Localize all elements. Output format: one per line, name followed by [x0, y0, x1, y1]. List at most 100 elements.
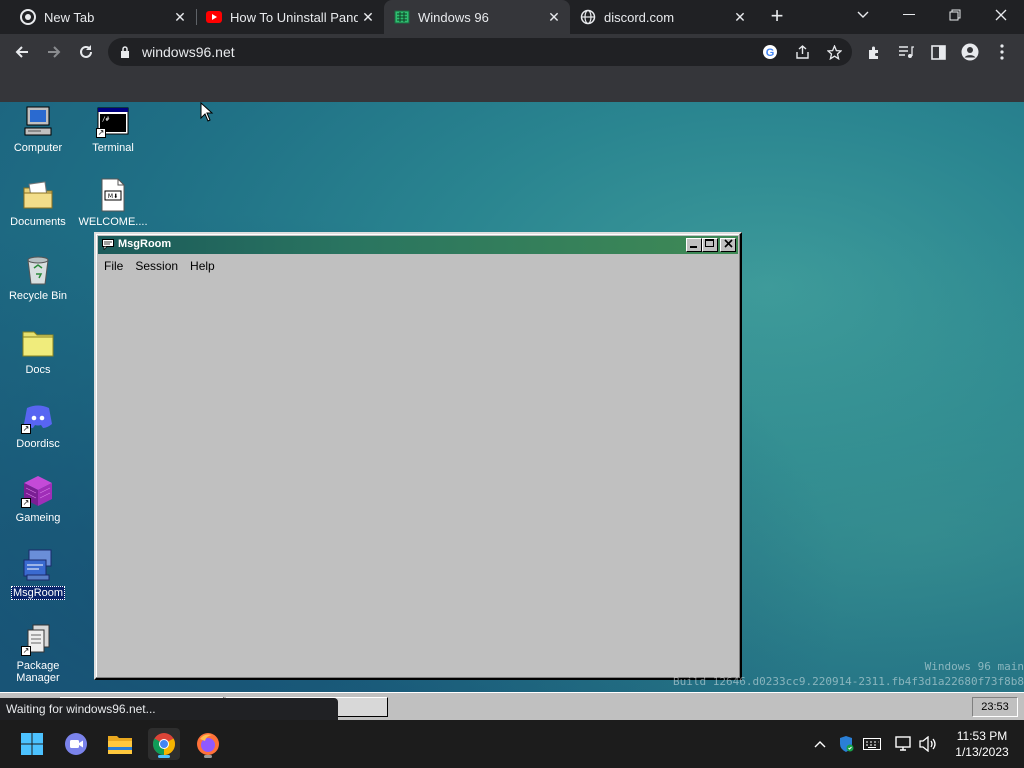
forward-button[interactable] [40, 38, 68, 66]
security-tray-button[interactable] [836, 734, 856, 754]
tab-search-button[interactable] [840, 0, 886, 30]
desktop-icon-gameing[interactable]: ↗ Gameing [0, 474, 76, 524]
media-control-icon[interactable] [892, 38, 920, 66]
window-close-button[interactable] [720, 238, 736, 252]
desktop-icon-label: Terminal [92, 142, 134, 154]
running-indicator [204, 755, 212, 758]
system-clock[interactable]: 11:53 PM 1/13/2023 [944, 728, 1020, 760]
window-minimize-button[interactable] [686, 238, 702, 252]
lock-icon[interactable] [120, 46, 130, 58]
menu-file[interactable]: File [98, 256, 129, 274]
tab-divider [196, 9, 197, 25]
taskbar-teams-chat[interactable] [60, 728, 92, 760]
shortcut-arrow-icon: ↗ [96, 128, 106, 138]
chat-bubble-icon [102, 239, 114, 250]
tab-new-tab[interactable]: New Tab ✕ [0, 0, 196, 34]
extensions-icon[interactable] [860, 38, 888, 66]
terminal-icon: /# ↗ [96, 104, 130, 138]
close-icon [995, 9, 1007, 21]
mouse-cursor-icon [200, 102, 214, 122]
restore-button[interactable] [932, 0, 978, 30]
keyboard-tray-button[interactable] [862, 734, 882, 754]
close-tab-icon[interactable]: ✕ [358, 7, 378, 27]
close-tab-icon[interactable]: ✕ [544, 7, 564, 27]
share-icon[interactable] [792, 42, 812, 62]
desktop-icon-label: Documents [10, 216, 66, 228]
desktop-icon-label: Docs [25, 364, 51, 376]
reload-button[interactable] [72, 38, 100, 66]
window-title: MsgRoom [118, 238, 172, 250]
show-hidden-icons-button[interactable] [810, 734, 830, 754]
markdown-file-icon: M⬇ [96, 178, 130, 212]
close-window-button[interactable] [978, 0, 1024, 30]
back-button[interactable] [8, 38, 36, 66]
desktop-icon-computer[interactable]: Computer [0, 104, 76, 154]
svg-text:G: G [766, 47, 775, 59]
os-taskbar: 11:53 PM 1/13/2023 [0, 720, 1024, 768]
desktop-icon-welcome[interactable]: M⬇ WELCOME.... [75, 178, 151, 228]
network-tray-button[interactable] [894, 734, 914, 754]
volume-icon [919, 736, 936, 752]
side-panel-icon[interactable] [924, 38, 952, 66]
tab-strip: New Tab ✕ How To Uninstall Panda ✕ Windo… [0, 0, 1024, 34]
url-text[interactable]: windows96.net [142, 44, 235, 60]
shortcut-arrow-icon: ↗ [21, 498, 31, 508]
msgroom-icon [21, 548, 55, 582]
tab-title: How To Uninstall Panda [230, 9, 358, 25]
tab-windows96[interactable]: Windows 96 ✕ [384, 0, 570, 34]
menu-help[interactable]: Help [184, 256, 221, 274]
address-bar[interactable]: windows96.net G [108, 38, 852, 66]
desktop-icon-documents[interactable]: Documents [0, 178, 76, 228]
desktop-icon-msgroom[interactable]: MsgRoom [0, 548, 76, 600]
taskbar-file-explorer[interactable] [104, 728, 136, 760]
minimize-button[interactable] [886, 0, 932, 30]
desktop-icon-label: Recycle Bin [8, 290, 68, 302]
computer-icon [21, 104, 55, 138]
tab-title: discord.com [604, 9, 675, 25]
forward-arrow-icon [48, 46, 61, 58]
msgroom-window[interactable]: MsgRoom File Session Help [94, 232, 742, 680]
desktop-icon-label: MsgRoom [10, 586, 66, 600]
profile-avatar-icon[interactable] [956, 38, 984, 66]
chrome-menu-icon[interactable] [988, 38, 1016, 66]
new-tab-button[interactable]: + [766, 5, 788, 28]
close-icon [723, 239, 733, 248]
youtube-icon [206, 9, 222, 25]
desktop-icon-package-manager[interactable]: ↗ Package Manager [0, 622, 76, 684]
window-maximize-button[interactable] [702, 238, 718, 252]
shortcut-arrow-icon: ↗ [21, 424, 31, 434]
start-button[interactable] [16, 728, 48, 760]
discord-icon: ↗ [21, 400, 55, 434]
globe-icon [580, 9, 596, 25]
window-titlebar[interactable]: MsgRoom [98, 236, 738, 254]
keyboard-icon [863, 738, 881, 750]
clock-time: 11:53 PM [956, 729, 1008, 743]
bookmark-star-icon[interactable] [824, 42, 844, 62]
taskbar-chrome[interactable] [148, 728, 180, 760]
tab-youtube[interactable]: How To Uninstall Panda ✕ [198, 0, 384, 34]
volume-tray-button[interactable] [918, 734, 938, 754]
desktop-icon-label: Package Manager [16, 660, 60, 684]
taskbar-firefox[interactable] [192, 728, 224, 760]
tab-discord[interactable]: discord.com ✕ [570, 0, 756, 34]
desktop-icon-terminal[interactable]: /# ↗ Terminal [75, 104, 151, 154]
desktop-icon-label: WELCOME.... [78, 216, 148, 228]
menu-session[interactable]: Session [129, 256, 184, 274]
build-watermark-version: Build 12646.d0233cc9.220914-2311.fb4f3d1… [673, 675, 1024, 688]
cube-icon: ↗ [21, 474, 55, 508]
close-tab-icon[interactable]: ✕ [170, 7, 190, 27]
chrome-icon [153, 733, 175, 755]
google-lens-icon[interactable]: G [760, 42, 780, 62]
desktop-icon-recycle-bin[interactable]: Recycle Bin [0, 252, 76, 302]
close-tab-icon[interactable]: ✕ [730, 7, 750, 27]
minimize-icon [690, 246, 697, 248]
windows96-icon [394, 9, 410, 25]
desktop-icon-doordisc[interactable]: ↗ Doordisc [0, 400, 76, 450]
chevron-up-icon [814, 741, 826, 748]
file-explorer-icon [108, 736, 132, 754]
start-icon [21, 733, 43, 755]
shortcut-arrow-icon: ↗ [21, 646, 31, 656]
windows96-desktop[interactable]: Computer /# ↗ Terminal Documents M⬇ WELC… [0, 102, 1024, 720]
desktop-icon-docs[interactable]: Docs [0, 326, 76, 376]
bookmarks-bar [0, 70, 1024, 102]
